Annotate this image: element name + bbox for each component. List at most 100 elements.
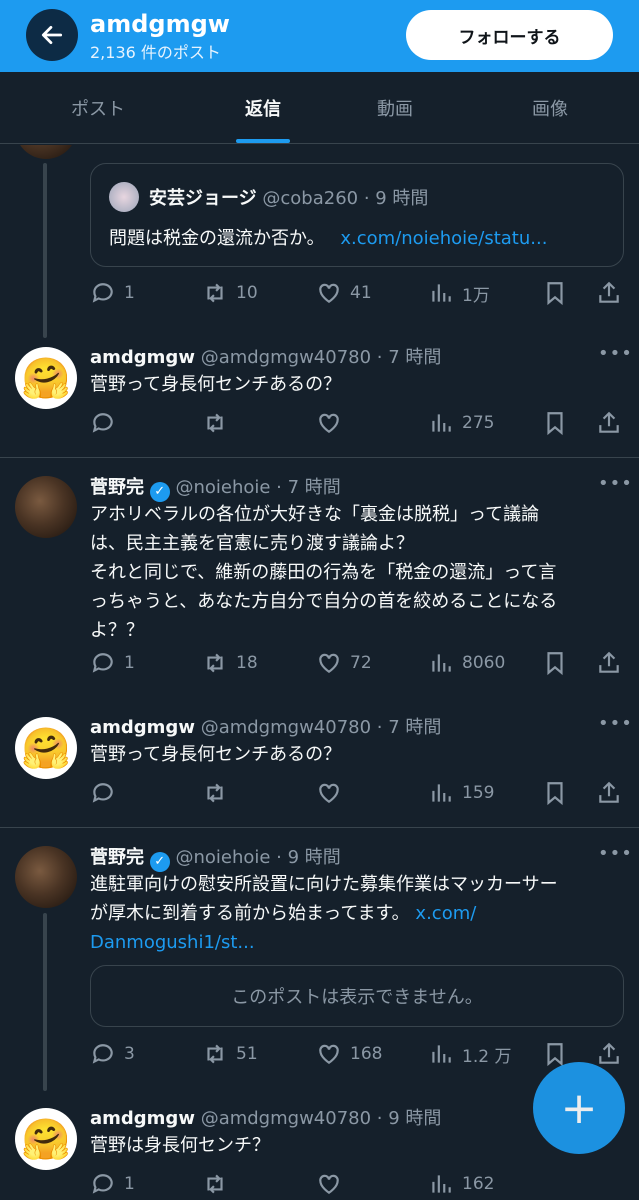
reply-button[interactable]: 3 xyxy=(90,1039,135,1069)
divider xyxy=(0,457,639,458)
tweet-text-line: よ？？ xyxy=(90,620,144,641)
author-handle[interactable]: @amdgmgw40780 · 7 時間 xyxy=(201,717,442,738)
follow-button[interactable]: フォローする xyxy=(406,10,613,60)
avatar[interactable] xyxy=(15,846,77,908)
tweet-link[interactable]: Danmogushi1/st... xyxy=(90,928,620,957)
like-button[interactable] xyxy=(316,1169,342,1199)
tweet-header: amdgmgw @amdgmgw40780 · 7 時間 xyxy=(90,713,441,739)
author-name[interactable]: 菅野完 xyxy=(90,477,144,498)
more-dots-icon[interactable]: ••• xyxy=(598,843,633,864)
tweet-header: 菅野完 ✓ @noiehoie · 7 時間 xyxy=(90,473,341,502)
views-button[interactable]: 275 xyxy=(428,408,494,438)
like-button[interactable]: 72 xyxy=(316,648,372,678)
avatar[interactable]: 🤗 xyxy=(15,347,77,409)
repost-icon xyxy=(207,783,223,803)
avatar[interactable] xyxy=(15,476,77,538)
author-handle[interactable]: @amdgmgw40780 · 9 時間 xyxy=(201,1108,442,1129)
share-button[interactable] xyxy=(596,778,622,808)
back-button[interactable] xyxy=(26,9,78,61)
views-button[interactable]: 159 xyxy=(428,778,494,808)
tweet-link[interactable]: x.com/ xyxy=(415,903,476,924)
tab-videos[interactable]: 動画 xyxy=(315,72,475,144)
speech-bubble-icon xyxy=(92,413,113,433)
views-count: 8060 xyxy=(462,653,506,673)
like-button[interactable] xyxy=(316,408,342,438)
bar-chart-icon xyxy=(432,284,451,302)
share-button[interactable] xyxy=(596,648,622,678)
quoted-post-card[interactable]: 安芸ジョージ @coba260 · 9 時間 問題は税金の還流か否か。 x.co… xyxy=(90,163,624,267)
author-name[interactable]: amdgmgw xyxy=(90,717,195,738)
more-dots-icon[interactable]: ••• xyxy=(598,713,633,734)
more-dots-icon[interactable]: ••• xyxy=(598,343,633,364)
tweet-text: 菅野って身長何センチあるの？ xyxy=(90,374,342,395)
bookmark-button[interactable] xyxy=(542,778,568,808)
views-button[interactable]: 1.2 万 xyxy=(428,1039,511,1069)
repost-icon xyxy=(207,413,223,433)
avatar[interactable] xyxy=(15,145,77,159)
share-button[interactable] xyxy=(596,408,622,438)
author-handle[interactable]: @noiehoie · 9 時間 xyxy=(175,847,340,868)
views-button[interactable]: 8060 xyxy=(428,648,505,678)
views-button[interactable]: 1万 xyxy=(428,278,490,308)
tweet-text-line: が厚木に到着する前から始まってます。 x.com/ xyxy=(90,899,620,928)
more-dots-icon[interactable]: ••• xyxy=(598,473,633,494)
bookmark-button[interactable] xyxy=(542,278,568,308)
bar-chart-icon xyxy=(432,1175,451,1193)
repost-button[interactable]: 18 xyxy=(202,648,258,678)
repost-button[interactable] xyxy=(202,1169,228,1199)
like-button[interactable]: 168 xyxy=(316,1039,382,1069)
avatar[interactable]: 🤗 xyxy=(15,1108,77,1170)
post-count: 2,136 件のポスト xyxy=(90,43,221,62)
repost-button[interactable] xyxy=(202,408,228,438)
bookmark-button[interactable] xyxy=(542,408,568,438)
repost-button[interactable]: 51 xyxy=(202,1039,258,1069)
bookmark-button[interactable] xyxy=(542,648,568,678)
reply-button[interactable]: 1 xyxy=(90,1169,135,1199)
author-name[interactable]: 菅野完 xyxy=(90,847,144,868)
reply-button[interactable]: 1 xyxy=(90,278,135,308)
views-count: 1万 xyxy=(462,285,490,306)
like-button[interactable] xyxy=(316,778,342,808)
speech-bubble-icon xyxy=(92,653,113,673)
action-bar: 3 51 168 1.2 万 xyxy=(90,1039,630,1069)
tab-images[interactable]: 画像 xyxy=(470,72,630,144)
tweet-header: amdgmgw @amdgmgw40780 · 9 時間 xyxy=(90,1104,441,1130)
hugging-face-emoji: 🤗 xyxy=(21,1116,71,1163)
thread-line xyxy=(43,163,47,338)
like-button[interactable]: 41 xyxy=(316,278,372,308)
verified-badge-icon: ✓ xyxy=(149,482,170,502)
divider xyxy=(0,827,639,828)
author-name[interactable]: amdgmgw xyxy=(90,1108,195,1129)
share-button[interactable] xyxy=(596,278,622,308)
reply-button[interactable] xyxy=(90,778,116,808)
views-button[interactable]: 162 xyxy=(428,1169,494,1199)
author-name[interactable]: amdgmgw xyxy=(90,347,195,368)
tab-posts[interactable]: ポスト xyxy=(18,72,178,144)
share-button[interactable] xyxy=(596,1039,622,1069)
action-bar: 159 xyxy=(90,778,630,808)
quote-body: 問題は税金の還流か否か。 x.com/noiehoie/statu... xyxy=(109,224,547,250)
speech-bubble-icon xyxy=(92,283,113,303)
bookmark-icon xyxy=(547,1043,563,1067)
views-count: 1.2 万 xyxy=(462,1046,512,1067)
repost-button[interactable] xyxy=(202,778,228,808)
avatar[interactable]: 🤗 xyxy=(15,717,77,779)
repost-count: 51 xyxy=(236,1044,258,1064)
quote-link[interactable]: x.com/noiehoie/statu... xyxy=(340,228,547,249)
views-count: 159 xyxy=(462,783,495,803)
reply-button[interactable]: 1 xyxy=(90,648,135,678)
share-icon xyxy=(599,411,619,433)
author-handle[interactable]: @noiehoie · 7 時間 xyxy=(175,477,340,498)
repost-button[interactable]: 10 xyxy=(202,278,258,308)
repost-icon xyxy=(207,283,223,303)
compose-button[interactable]: + xyxy=(533,1062,625,1154)
tweet-text-line: は、民主主義を官憲に売り渡す議論よ？ xyxy=(90,533,414,554)
author-handle[interactable]: @amdgmgw40780 · 7 時間 xyxy=(201,347,442,368)
share-icon xyxy=(599,1042,619,1064)
action-bar: 275 xyxy=(90,408,630,438)
tweet-header: amdgmgw @amdgmgw40780 · 7 時間 xyxy=(90,343,441,369)
reply-button[interactable] xyxy=(90,408,116,438)
heart-icon xyxy=(319,783,339,803)
heart-icon xyxy=(319,283,339,303)
timeline[interactable]: 安芸ジョージ @coba260 · 9 時間 問題は税金の還流か否か。 x.co… xyxy=(0,145,639,1200)
